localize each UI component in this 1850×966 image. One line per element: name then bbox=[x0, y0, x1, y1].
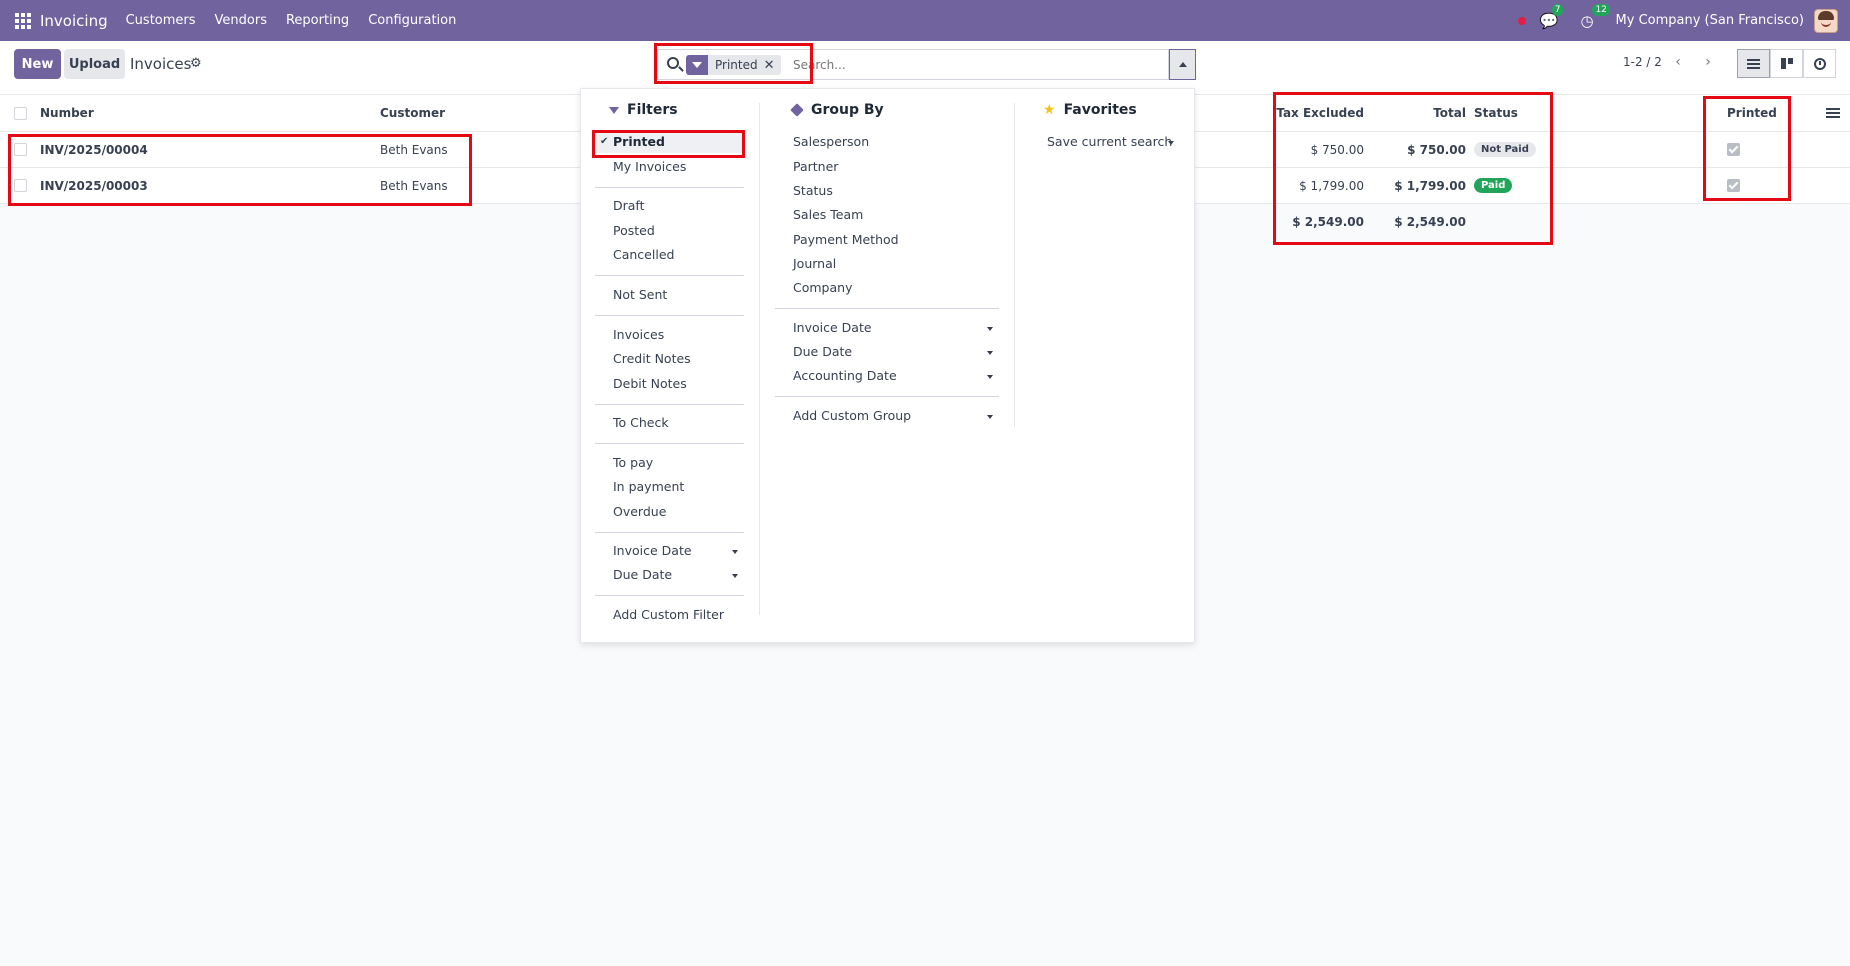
divider bbox=[595, 187, 744, 188]
filter-invoices[interactable]: Invoices bbox=[613, 327, 664, 342]
divider bbox=[595, 595, 744, 596]
add-custom-group[interactable]: Add Custom Group bbox=[793, 408, 911, 423]
activity-view-icon bbox=[1813, 57, 1826, 70]
search-input[interactable] bbox=[793, 56, 1093, 74]
control-panel: New Upload Invoices ⚙ Printed ✕ 1-2 / 2 … bbox=[0, 41, 1850, 95]
groupby-title: Group By bbox=[811, 102, 884, 118]
add-custom-filter[interactable]: Add Custom Filter bbox=[613, 607, 724, 622]
optional-columns-icon[interactable] bbox=[1826, 108, 1840, 118]
column-header-customer[interactable]: Customer bbox=[380, 95, 445, 131]
messages-count-badge: 7 bbox=[1551, 3, 1564, 16]
messages-icon[interactable]: 💬 7 bbox=[1540, 3, 1564, 30]
annotation-box bbox=[8, 134, 472, 206]
caret-down-icon[interactable] bbox=[732, 550, 738, 554]
divider bbox=[775, 308, 999, 309]
company-switcher[interactable]: My Company (San Francisco) bbox=[1616, 13, 1804, 28]
filter-overdue[interactable]: Overdue bbox=[613, 504, 666, 519]
filter-invoice-date[interactable]: Invoice Date bbox=[613, 543, 692, 558]
menu-customers[interactable]: Customers bbox=[126, 13, 196, 28]
filter-not-sent[interactable]: Not Sent bbox=[613, 287, 667, 302]
annotation-box bbox=[1703, 96, 1791, 201]
groupby-invoice-date[interactable]: Invoice Date bbox=[793, 320, 872, 335]
kanban-view-button[interactable] bbox=[1770, 49, 1803, 78]
user-avatar[interactable] bbox=[1814, 8, 1838, 33]
filter-credit-notes[interactable]: Credit Notes bbox=[613, 351, 691, 366]
select-all-checkbox[interactable] bbox=[14, 106, 27, 120]
column-divider bbox=[759, 103, 760, 615]
divider bbox=[595, 532, 744, 533]
top-navbar: Invoicing Customers Vendors Reporting Co… bbox=[0, 0, 1850, 41]
layers-icon bbox=[790, 103, 804, 117]
new-button[interactable]: New bbox=[14, 49, 61, 79]
upload-button[interactable]: Upload bbox=[64, 49, 125, 79]
caret-down-icon[interactable] bbox=[1168, 141, 1174, 145]
divider bbox=[595, 275, 744, 276]
filter-debit-notes[interactable]: Debit Notes bbox=[613, 376, 687, 391]
caret-down-icon[interactable] bbox=[732, 574, 738, 578]
filter-cancelled[interactable]: Cancelled bbox=[613, 247, 674, 262]
menu-vendors[interactable]: Vendors bbox=[215, 13, 267, 28]
filter-posted[interactable]: Posted bbox=[613, 223, 655, 238]
groupby-partner[interactable]: Partner bbox=[793, 159, 838, 174]
groupby-company[interactable]: Company bbox=[793, 280, 852, 295]
groupby-due-date[interactable]: Due Date bbox=[793, 344, 852, 359]
kanban-view-icon bbox=[1780, 58, 1793, 69]
page-title: Invoices bbox=[130, 55, 192, 73]
chevron-left-icon[interactable]: ‹ bbox=[1665, 49, 1691, 75]
filter-icon bbox=[609, 106, 619, 114]
star-icon: ★ bbox=[1043, 102, 1056, 118]
filter-due-date[interactable]: Due Date bbox=[613, 567, 672, 582]
groupby-salesperson[interactable]: Salesperson bbox=[793, 134, 869, 149]
activities-count-badge: 12 bbox=[1592, 3, 1610, 16]
filter-to-pay[interactable]: To pay bbox=[613, 455, 653, 470]
pager-value[interactable]: 1-2 / 2 bbox=[1623, 55, 1662, 69]
filter-in-payment[interactable]: In payment bbox=[613, 479, 684, 494]
column-header-number[interactable]: Number bbox=[40, 95, 94, 131]
annotation-box bbox=[592, 130, 745, 158]
groupby-status[interactable]: Status bbox=[793, 183, 833, 198]
caret-down-icon[interactable] bbox=[987, 351, 993, 355]
favorites-title: Favorites bbox=[1063, 102, 1137, 118]
gear-icon[interactable]: ⚙ bbox=[190, 56, 202, 71]
annotation-box bbox=[654, 43, 813, 84]
caret-down-icon[interactable] bbox=[987, 327, 993, 331]
annotation-box bbox=[1273, 92, 1553, 245]
filter-to-check[interactable]: To Check bbox=[613, 415, 669, 430]
save-current-search[interactable]: Save current search bbox=[1047, 134, 1172, 149]
list-view-button[interactable] bbox=[1737, 49, 1770, 78]
caret-down-icon[interactable] bbox=[987, 415, 993, 419]
groupby-sales-team[interactable]: Sales Team bbox=[793, 207, 863, 222]
search-panel-dropdown: Filters ✔ Printed My Invoices Draft Post… bbox=[580, 88, 1195, 643]
divider bbox=[595, 315, 744, 316]
divider bbox=[595, 443, 744, 444]
column-divider bbox=[1014, 103, 1015, 427]
filter-draft[interactable]: Draft bbox=[613, 198, 645, 213]
list-view-icon bbox=[1747, 58, 1760, 69]
chevron-right-icon[interactable]: › bbox=[1695, 49, 1721, 75]
apps-grid-icon[interactable] bbox=[12, 10, 34, 32]
caret-down-icon[interactable] bbox=[987, 375, 993, 379]
menu-reporting[interactable]: Reporting bbox=[286, 13, 349, 28]
groupby-payment-method[interactable]: Payment Method bbox=[793, 232, 899, 247]
menu-configuration[interactable]: Configuration bbox=[368, 13, 456, 28]
activity-view-button[interactable] bbox=[1803, 49, 1836, 78]
groupby-journal[interactable]: Journal bbox=[793, 256, 836, 271]
filter-my-invoices[interactable]: My Invoices bbox=[613, 159, 686, 174]
app-brand[interactable]: Invoicing bbox=[40, 12, 108, 30]
divider bbox=[595, 404, 744, 405]
divider bbox=[775, 396, 999, 397]
activities-clock-icon[interactable]: ◷ 12 bbox=[1580, 3, 1610, 30]
filters-title: Filters bbox=[627, 102, 678, 118]
groupby-accounting-date[interactable]: Accounting Date bbox=[793, 368, 897, 383]
status-dot-icon[interactable] bbox=[1517, 16, 1526, 25]
search-panel-toggle-button[interactable] bbox=[1169, 49, 1196, 80]
